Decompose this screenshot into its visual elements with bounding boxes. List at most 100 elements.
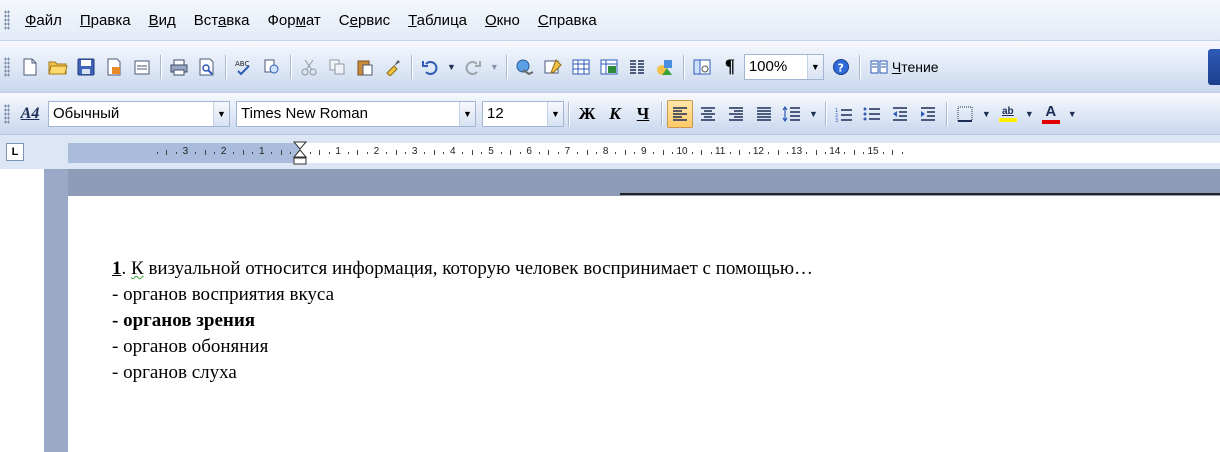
horizontal-ruler[interactable]: 3 2 1 1 2 3 4 5 6 7 8 9 10 11 12 13 14 15 bbox=[68, 141, 1220, 165]
answer-option[interactable]: - органов обоняния bbox=[112, 336, 268, 358]
zoom-dropdown-icon[interactable]: ▼ bbox=[806, 54, 823, 79]
redo-dropdown-icon[interactable]: ▼ bbox=[490, 62, 499, 72]
toolbar-grip-handle[interactable] bbox=[4, 56, 10, 77]
menu-item[interactable]: Правка bbox=[71, 12, 140, 29]
ruler-tick bbox=[214, 152, 216, 154]
tables-borders-icon[interactable] bbox=[540, 53, 566, 81]
answer-option[interactable]: - органов слуха bbox=[112, 362, 237, 384]
styles-and-formatting-icon[interactable]: A4 bbox=[17, 100, 43, 128]
menu-item[interactable]: Справка bbox=[529, 12, 606, 29]
font-color-icon[interactable]: A bbox=[1038, 100, 1064, 128]
menu-item[interactable]: Формат bbox=[258, 12, 329, 29]
ruler-tick bbox=[309, 152, 311, 154]
copy-icon[interactable] bbox=[324, 53, 350, 81]
font-size-combo[interactable]: 12 ▼ bbox=[482, 100, 564, 127]
book-icon bbox=[870, 60, 888, 73]
ruler-tick bbox=[748, 152, 750, 154]
ruler-tick bbox=[557, 152, 559, 154]
reading-layout-button[interactable]: Чтение bbox=[864, 59, 945, 75]
new-document-icon[interactable] bbox=[17, 53, 43, 81]
vertical-ruler[interactable] bbox=[44, 169, 68, 452]
bold-button[interactable]: Ж bbox=[574, 100, 600, 128]
ruler-tick bbox=[194, 152, 196, 154]
toolbar-separator bbox=[568, 101, 569, 126]
answer-option[interactable]: - органов зрения bbox=[112, 310, 255, 332]
insert-table-icon[interactable] bbox=[568, 53, 594, 81]
spelling-icon[interactable]: ABC bbox=[231, 53, 257, 81]
highlight-icon[interactable]: ab bbox=[995, 100, 1021, 128]
increase-indent-icon[interactable] bbox=[915, 100, 941, 128]
help-icon[interactable]: ? bbox=[828, 53, 854, 81]
indent-marker-icon[interactable] bbox=[293, 141, 307, 165]
align-right-icon[interactable] bbox=[723, 100, 749, 128]
font-name-dropdown-icon[interactable]: ▼ bbox=[459, 101, 475, 126]
menu-item[interactable]: Окно bbox=[476, 12, 529, 29]
borders-dropdown-icon[interactable]: ▼ bbox=[982, 109, 991, 119]
menu-item[interactable]: Вид bbox=[140, 12, 185, 29]
zoom-combo[interactable]: 100% ▼ bbox=[743, 53, 824, 80]
ruler-tick bbox=[538, 152, 540, 154]
style-dropdown-icon[interactable]: ▼ bbox=[213, 101, 229, 126]
svg-text:?: ? bbox=[837, 61, 843, 74]
highlight-dropdown-icon[interactable]: ▼ bbox=[1025, 109, 1034, 119]
undo-dropdown-icon[interactable]: ▼ bbox=[447, 62, 456, 72]
columns-icon[interactable] bbox=[624, 53, 650, 81]
question-line[interactable]: 1. К визуальной относится информация, ко… bbox=[112, 258, 813, 280]
ruler-tick bbox=[691, 152, 693, 154]
zoom-value: 100% bbox=[748, 58, 788, 75]
align-center-icon[interactable] bbox=[695, 100, 721, 128]
save-icon[interactable] bbox=[73, 53, 99, 81]
align-left-icon[interactable] bbox=[667, 99, 693, 128]
line-spacing-icon[interactable] bbox=[779, 100, 805, 128]
print-preview-icon[interactable] bbox=[194, 53, 220, 81]
ruler-tick bbox=[385, 152, 387, 154]
toolbar-grip-handle[interactable] bbox=[4, 103, 10, 124]
line-spacing-dropdown-icon[interactable]: ▼ bbox=[809, 109, 818, 119]
ruler-number: 15 bbox=[867, 146, 879, 157]
tab-selector-button[interactable]: L bbox=[6, 143, 24, 161]
font-color-dropdown-icon[interactable]: ▼ bbox=[1068, 109, 1077, 119]
open-folder-icon[interactable] bbox=[45, 53, 71, 81]
borders-icon[interactable] bbox=[952, 100, 978, 128]
ruler-tick bbox=[548, 150, 550, 155]
cut-icon[interactable] bbox=[296, 53, 322, 81]
decrease-indent-icon[interactable] bbox=[887, 100, 913, 128]
menu-item[interactable]: Сервис bbox=[330, 12, 399, 29]
menu-item[interactable]: Вставка bbox=[185, 12, 259, 29]
ruler-number: 1 bbox=[335, 146, 341, 157]
font-name-combo[interactable]: Times New Roman ▼ bbox=[236, 100, 476, 127]
hyperlink-icon[interactable] bbox=[512, 53, 538, 81]
ruler-tick bbox=[825, 152, 827, 154]
research-icon[interactable] bbox=[259, 53, 285, 81]
numbering-icon[interactable]: 123 bbox=[831, 100, 857, 128]
menu-item[interactable]: Файл bbox=[16, 12, 71, 29]
email-icon[interactable] bbox=[129, 53, 155, 81]
answer-option[interactable]: - органов восприятия вкуса bbox=[112, 284, 334, 306]
style-combo[interactable]: Обычный ▼ bbox=[48, 100, 230, 127]
menu-item-text: равка bbox=[90, 11, 131, 29]
redo-icon[interactable] bbox=[460, 53, 486, 81]
document-map-icon[interactable] bbox=[689, 53, 715, 81]
undo-icon[interactable] bbox=[417, 53, 443, 81]
menu-grip-handle[interactable] bbox=[4, 10, 10, 30]
question-number: 1 bbox=[112, 258, 122, 279]
print-icon[interactable] bbox=[166, 53, 192, 81]
justify-icon[interactable] bbox=[751, 100, 777, 128]
font-size-dropdown-icon[interactable]: ▼ bbox=[547, 101, 563, 126]
format-painter-icon[interactable] bbox=[380, 53, 406, 81]
permission-icon[interactable] bbox=[101, 53, 127, 81]
ruler-tick bbox=[395, 150, 397, 155]
bullets-icon[interactable] bbox=[859, 100, 885, 128]
paste-icon[interactable] bbox=[352, 53, 378, 81]
menu-item[interactable]: Таблица bbox=[399, 12, 476, 29]
underline-button[interactable]: Ч bbox=[630, 100, 656, 128]
ruler-tick bbox=[510, 150, 512, 155]
italic-button[interactable]: К bbox=[602, 100, 628, 128]
drawing-icon[interactable] bbox=[652, 53, 678, 81]
show-hide-formatting-icon[interactable]: ¶ bbox=[717, 53, 743, 81]
insert-excel-icon[interactable] bbox=[596, 53, 622, 81]
menu-item-text: кно bbox=[496, 11, 520, 29]
ruler-tick bbox=[624, 150, 626, 155]
toolbar-overflow-button[interactable] bbox=[1208, 49, 1220, 85]
ruler-number: 14 bbox=[829, 146, 841, 157]
